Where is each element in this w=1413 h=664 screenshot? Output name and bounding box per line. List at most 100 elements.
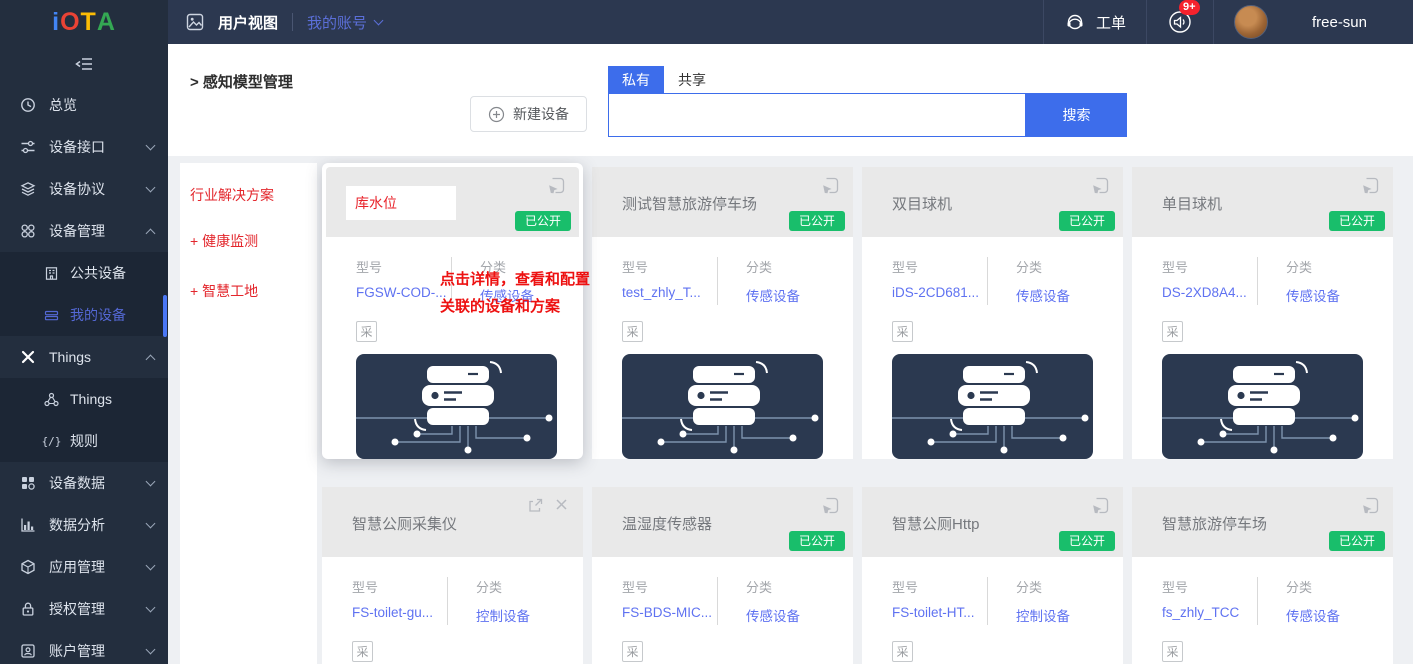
device-card-5[interactable]: 温湿度传感器 已公开 型号FS-BDS-MIC... 分类传感设备 采 <box>592 487 853 664</box>
model-value: DS-2XD8A4... <box>1162 285 1257 300</box>
model-label: 型号 <box>352 577 447 596</box>
sidebar-item-device-data[interactable]: 设备数据 <box>0 462 168 504</box>
select-cursor-icon[interactable] <box>548 177 565 194</box>
category-value[interactable]: 控制设备 <box>476 605 530 625</box>
tab-private[interactable]: 私有 <box>608 66 664 93</box>
category-label: 分类 <box>476 577 530 596</box>
collect-tag: 采 <box>1162 641 1183 662</box>
logo[interactable]: iOTA <box>0 0 168 44</box>
sliders-icon <box>20 139 36 155</box>
device-title: 智慧公厕Http <box>892 513 980 534</box>
category-value[interactable]: 传感设备 <box>1016 285 1070 305</box>
device-title: 智慧公厕采集仪 <box>352 513 457 534</box>
public-badge: 已公开 <box>789 211 845 231</box>
category-value[interactable]: 传感设备 <box>746 285 800 305</box>
image-icon <box>186 13 204 31</box>
solution-item-health[interactable]: + 健康监测 <box>190 231 309 251</box>
collect-tag: 采 <box>892 641 913 662</box>
category-label: 分类 <box>746 257 800 276</box>
device-management-submenu: 公共设备 我的设备 <box>0 252 168 336</box>
sidebar-scrollbar[interactable] <box>163 295 167 337</box>
device-card-1[interactable]: 测试智慧旅游停车场 已公开 型号test_zhly_T... 分类传感设备 采 <box>592 167 853 459</box>
device-card-7[interactable]: 智慧旅游停车场 已公开 型号fs_zhly_TCC 分类传感设备 采 <box>1132 487 1393 664</box>
device-image <box>1162 354 1363 459</box>
username-menu[interactable]: free-sun <box>1288 0 1413 44</box>
tab-shared[interactable]: 共享 <box>664 66 720 93</box>
close-icon[interactable] <box>554 497 569 514</box>
select-cursor-icon[interactable] <box>822 177 839 194</box>
chevron-down-icon <box>146 560 156 570</box>
select-cursor-icon[interactable] <box>822 497 839 514</box>
category-label: 分类 <box>1286 257 1340 276</box>
model-name-input[interactable]: 库水位 <box>346 186 456 220</box>
sidebar-item-device-protocol[interactable]: 设备协议 <box>0 168 168 210</box>
sidebar-item-auth-management[interactable]: 授权管理 <box>0 588 168 630</box>
share-icon[interactable] <box>527 497 544 514</box>
solution-item-site[interactable]: + 智慧工地 <box>190 281 309 301</box>
sidebar-item-account-management[interactable]: 账户管理 <box>0 630 168 664</box>
select-cursor-icon[interactable] <box>1092 177 1109 194</box>
model-label: 型号 <box>356 257 451 276</box>
things-submenu: Things {/} 规则 <box>0 378 168 462</box>
select-cursor-icon[interactable] <box>1092 497 1109 514</box>
device-card-3[interactable]: 单目球机 已公开 型号DS-2XD8A4... 分类传感设备 采 <box>1132 167 1393 459</box>
account-dropdown[interactable]: 我的账号 <box>307 12 382 33</box>
sidebar-item-label: Things <box>49 349 91 365</box>
sidebar-item-label: 数据分析 <box>49 515 105 535</box>
model-value: iDS-2CD681... <box>892 285 987 300</box>
device-title: 温湿度传感器 <box>622 513 712 534</box>
user-view-label[interactable]: 用户视图 <box>218 12 278 33</box>
sidebar-item-overview[interactable]: 总览 <box>0 84 168 126</box>
category-value[interactable]: 控制设备 <box>1016 605 1070 625</box>
search-input[interactable] <box>608 93 1026 137</box>
model-label: 型号 <box>1162 257 1257 276</box>
sidebar: iOTA 总览 设备接口 设备协议 设备管理 <box>0 0 168 664</box>
search-button[interactable]: 搜索 <box>1026 93 1127 137</box>
category-value[interactable]: 传感设备 <box>1286 605 1340 625</box>
sidebar-item-label: 公共设备 <box>70 263 126 283</box>
avatar-button[interactable] <box>1213 0 1288 44</box>
category-value[interactable]: 传感设备 <box>746 605 800 625</box>
category-value[interactable]: 传感设备 <box>1286 285 1340 305</box>
sidebar-item-app-management[interactable]: 应用管理 <box>0 546 168 588</box>
notification-badge: 9+ <box>1179 0 1200 15</box>
sidebar-item-data-analysis[interactable]: 数据分析 <box>0 504 168 546</box>
account-label: 我的账号 <box>307 12 367 33</box>
sidebar-item-rules[interactable]: {/} 规则 <box>0 420 168 462</box>
sidebar-collapse-button[interactable] <box>0 44 168 84</box>
model-value: FGSW-COD-... <box>356 285 451 300</box>
sidebar-item-my-devices[interactable]: 我的设备 <box>0 294 168 336</box>
chevron-down-icon <box>146 644 156 654</box>
sidebar-item-label: 账户管理 <box>49 641 105 661</box>
select-cursor-icon[interactable] <box>1362 497 1379 514</box>
public-badge: 已公开 <box>1329 531 1385 551</box>
model-value: FS-BDS-MIC... <box>622 605 717 620</box>
sidebar-item-device-interface[interactable]: 设备接口 <box>0 126 168 168</box>
device-card-6[interactable]: 智慧公厕Http 已公开 型号FS-toilet-HT... 分类控制设备 采 <box>862 487 1123 664</box>
chart-icon <box>20 517 36 533</box>
divider <box>292 13 293 31</box>
new-device-button[interactable]: 新建设备 <box>470 96 587 132</box>
device-title: 测试智慧旅游停车场 <box>622 193 757 214</box>
notification-button[interactable]: 9+ <box>1146 0 1213 44</box>
ticket-button[interactable]: 工单 <box>1043 0 1146 44</box>
model-value: FS-toilet-gu... <box>352 605 447 620</box>
select-cursor-icon[interactable] <box>1362 177 1379 194</box>
model-label: 型号 <box>622 577 717 596</box>
sidebar-item-device-management[interactable]: 设备管理 <box>0 210 168 252</box>
sidebar-item-label: 设备数据 <box>49 473 105 493</box>
sidebar-item-things-sub[interactable]: Things <box>0 378 168 420</box>
chevron-down-icon <box>146 602 156 612</box>
sidebar-item-label: 应用管理 <box>49 557 105 577</box>
device-title: 智慧旅游停车场 <box>1162 513 1267 534</box>
device-card-4[interactable]: 智慧公厕采集仪 型号FS-toilet-gu... 分类控制设备 采 <box>322 487 583 664</box>
chevron-down-icon <box>146 476 156 486</box>
user-card-icon <box>20 643 36 659</box>
category-label: 分类 <box>1016 577 1070 596</box>
package-icon <box>20 559 36 575</box>
collect-tag: 采 <box>622 641 643 662</box>
sidebar-item-things[interactable]: Things <box>0 336 168 378</box>
device-card-2[interactable]: 双目球机 已公开 型号iDS-2CD681... 分类传感设备 采 <box>862 167 1123 459</box>
sidebar-item-public-devices[interactable]: 公共设备 <box>0 252 168 294</box>
device-image <box>356 354 557 459</box>
